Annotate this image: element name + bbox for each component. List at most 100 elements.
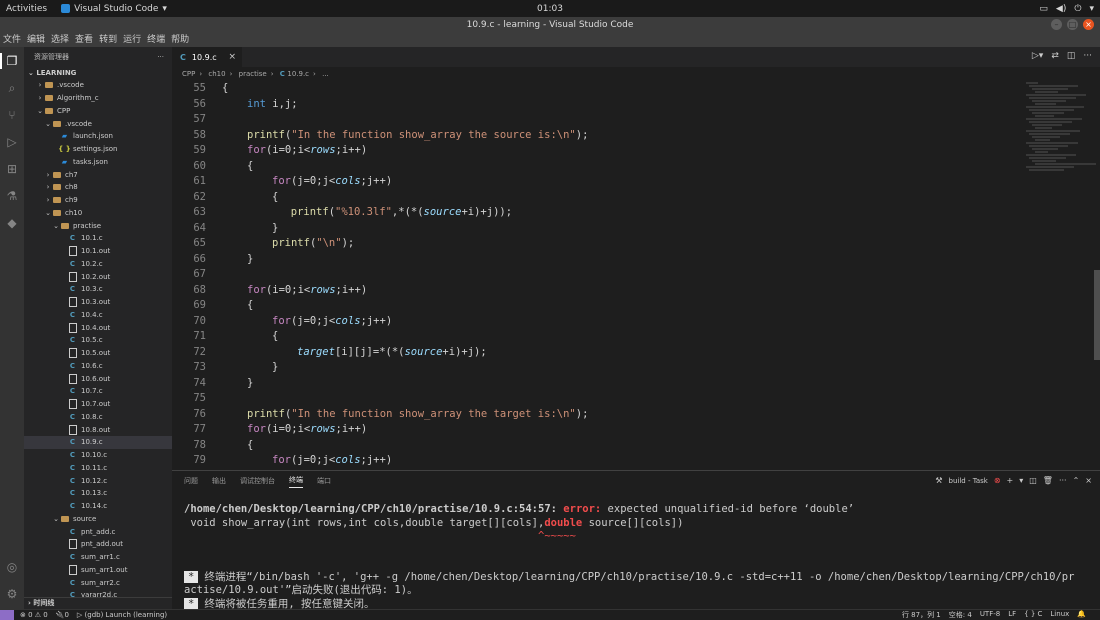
editor-scrollbar[interactable] bbox=[1094, 270, 1100, 360]
tree-item[interactable]: Csum_arr1.c bbox=[24, 551, 172, 564]
tree-item[interactable]: 10.4.out bbox=[24, 321, 172, 334]
tree-item[interactable]: ⌄ .vscode bbox=[24, 117, 172, 130]
tree-item[interactable]: ⌄ practise bbox=[24, 219, 172, 232]
timeline-section[interactable]: › 时间线 bbox=[24, 597, 172, 609]
maximize-panel-icon[interactable]: ⌃ bbox=[1073, 476, 1080, 485]
tree-item[interactable]: › ch7 bbox=[24, 168, 172, 181]
encoding[interactable]: UTF-8 bbox=[980, 610, 1000, 620]
tree-item[interactable]: 10.2.out bbox=[24, 270, 172, 283]
breadcrumb-item[interactable]: CPP bbox=[182, 70, 195, 78]
menu-run[interactable]: 运行 bbox=[120, 33, 144, 47]
chevron-down-icon[interactable]: ▾ bbox=[1019, 476, 1023, 485]
cursor-position[interactable]: 行 87，列 1 bbox=[902, 610, 941, 620]
run-debug-dropdown-icon[interactable]: ▷▾ bbox=[1032, 51, 1043, 61]
new-terminal-icon[interactable]: + bbox=[1007, 476, 1014, 485]
close-panel-icon[interactable]: × bbox=[1085, 476, 1092, 485]
task-name[interactable]: build - Task bbox=[949, 477, 988, 485]
tree-item[interactable]: C 10.8.c bbox=[24, 411, 172, 424]
tab-terminal[interactable]: 终端 bbox=[289, 475, 303, 488]
tree-item[interactable]: › ch8 bbox=[24, 181, 172, 194]
close-tab-icon[interactable]: × bbox=[228, 52, 236, 62]
tree-item[interactable]: C 10.4.c bbox=[24, 309, 172, 322]
more-actions-icon[interactable]: ··· bbox=[157, 53, 164, 61]
language-mode[interactable]: { } C bbox=[1024, 610, 1042, 620]
run-debug-icon[interactable]: ▷ bbox=[4, 134, 20, 150]
tree-item[interactable]: pnt_add.out bbox=[24, 538, 172, 551]
breadcrumb-item[interactable]: ch10 bbox=[208, 70, 225, 78]
tree-item[interactable]: Csum_arr2.c bbox=[24, 576, 172, 589]
tab-output[interactable]: 输出 bbox=[212, 476, 226, 486]
tree-item[interactable]: C 10.10.c bbox=[24, 449, 172, 462]
tree-item[interactable]: C 10.13.c bbox=[24, 487, 172, 500]
menu-terminal[interactable]: 终端 bbox=[144, 33, 168, 47]
code-editor[interactable]: 55 {56 int i,j; 57 58 printf("In the function… bbox=[172, 81, 1022, 470]
trash-icon[interactable]: 🗑 bbox=[1043, 476, 1053, 485]
breadcrumb-item[interactable]: practise bbox=[239, 70, 267, 78]
tab-ports[interactable]: 端口 bbox=[317, 476, 331, 486]
workspace-section[interactable]: ⌄ LEARNING bbox=[24, 67, 172, 79]
tree-item[interactable]: 10.1.out bbox=[24, 245, 172, 258]
tree-item[interactable]: C 10.5.c bbox=[24, 334, 172, 347]
clock[interactable]: 01:03 bbox=[537, 4, 563, 14]
minimize-button[interactable]: – bbox=[1051, 19, 1062, 30]
tab-debug-console[interactable]: 调试控制台 bbox=[240, 476, 275, 486]
menu-selection[interactable]: 选择 bbox=[48, 33, 72, 47]
extensions-icon[interactable]: ⊞ bbox=[4, 161, 20, 177]
maximize-button[interactable]: □ bbox=[1067, 19, 1078, 30]
close-button[interactable]: × bbox=[1083, 19, 1094, 30]
tree-item[interactable]: ⌄ source bbox=[24, 513, 172, 526]
app-menu[interactable]: Visual Studio Code ▾ bbox=[61, 4, 167, 14]
account-icon[interactable]: ◎ bbox=[4, 559, 20, 575]
tree-item[interactable]: C 10.12.c bbox=[24, 474, 172, 487]
menu-edit[interactable]: 编辑 bbox=[24, 33, 48, 47]
tree-item[interactable]: C 10.2.c bbox=[24, 258, 172, 271]
debug-launch-config[interactable]: ▷ (gdb) Launch (learning) bbox=[77, 611, 167, 619]
tree-item[interactable]: 10.3.out bbox=[24, 296, 172, 309]
menu-view[interactable]: 查看 bbox=[72, 33, 96, 47]
settings-gear-icon[interactable]: ⚙ bbox=[4, 586, 20, 602]
notifications-bell-icon[interactable]: 🔔 bbox=[1077, 610, 1086, 620]
tree-item[interactable]: sum_arr1.out bbox=[24, 564, 172, 577]
indentation[interactable]: 空格: 4 bbox=[949, 610, 972, 620]
tree-item[interactable]: C 10.14.c bbox=[24, 500, 172, 513]
menu-help[interactable]: 帮助 bbox=[168, 33, 192, 47]
tree-item[interactable]: › .vscode bbox=[24, 79, 172, 92]
tree-item[interactable]: C 10.1.c bbox=[24, 232, 172, 245]
tree-item[interactable]: C 10.11.c bbox=[24, 462, 172, 475]
minimap[interactable] bbox=[1022, 81, 1096, 470]
explorer-icon[interactable]: ❐ bbox=[0, 53, 20, 69]
tree-item[interactable]: ▰ tasks.json bbox=[24, 156, 172, 169]
activities-button[interactable]: Activities bbox=[0, 4, 53, 14]
end-of-line[interactable]: LF bbox=[1008, 610, 1016, 620]
tree-item[interactable]: C 10.7.c bbox=[24, 385, 172, 398]
tree-item[interactable]: 10.5.out bbox=[24, 347, 172, 360]
menu-file[interactable]: 文件 bbox=[0, 33, 24, 47]
tree-item[interactable]: 10.6.out bbox=[24, 372, 172, 385]
tree-item[interactable]: C 10.9.c bbox=[24, 436, 172, 449]
open-changes-icon[interactable]: ⇄ bbox=[1051, 51, 1059, 61]
platform[interactable]: Linux bbox=[1050, 610, 1069, 620]
source-control-icon[interactable]: ⑂ bbox=[4, 107, 20, 123]
problems-count[interactable]: ⊗ 0 ⚠ 0 bbox=[20, 611, 48, 619]
testing-icon[interactable]: ⚗ bbox=[4, 188, 20, 204]
menu-go[interactable]: 转到 bbox=[96, 33, 120, 47]
split-editor-icon[interactable]: ◫ bbox=[1067, 51, 1076, 61]
breadcrumb-item[interactable]: ... bbox=[322, 70, 329, 78]
tree-item[interactable]: 10.8.out bbox=[24, 423, 172, 436]
tree-item[interactable]: › Algorithm_c bbox=[24, 92, 172, 105]
breadcrumb-item[interactable]: 10.9.c bbox=[287, 70, 309, 78]
remote-indicator-icon[interactable] bbox=[0, 609, 14, 620]
tab-problems[interactable]: 问题 bbox=[184, 476, 198, 486]
split-terminal-icon[interactable]: ◫ bbox=[1029, 476, 1037, 485]
more-actions-icon[interactable]: ··· bbox=[1083, 51, 1092, 61]
search-icon[interactable]: ⌕ bbox=[4, 80, 20, 96]
tree-item[interactable]: ⌄ CPP bbox=[24, 105, 172, 118]
tree-item[interactable]: C 10.6.c bbox=[24, 360, 172, 373]
terminal-output[interactable]: /home/chen/Desktop/learning/CPP/ch10/pra… bbox=[184, 503, 1094, 611]
tree-item[interactable]: C 10.3.c bbox=[24, 283, 172, 296]
tree-item[interactable]: › ch9 bbox=[24, 194, 172, 207]
more-actions-icon[interactable]: ··· bbox=[1059, 476, 1067, 485]
ports-count[interactable]: 🔌0 bbox=[56, 611, 69, 619]
python-icon[interactable]: ◆ bbox=[4, 215, 20, 231]
system-tray[interactable]: ▭ ◀) ⏻ ▾ bbox=[1039, 4, 1094, 14]
